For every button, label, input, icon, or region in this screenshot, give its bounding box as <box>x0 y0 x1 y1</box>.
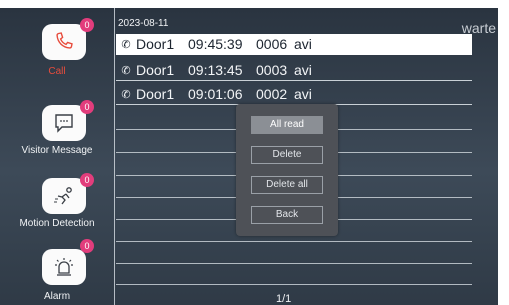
sidebar-item-label: Alarm <box>43 291 71 302</box>
sidebar-item-alarm[interactable]: 0 Alarm <box>0 238 114 305</box>
sidebar-item-motion-detection[interactable]: 0 Motion Detection <box>0 168 114 240</box>
record-time: 09:45:39 <box>188 36 243 52</box>
list-date: 2023-08-11 <box>118 18 169 29</box>
delete-all-button[interactable]: Delete all <box>251 176 323 194</box>
motion-detection-badge: 0 <box>80 173 94 187</box>
record-source: Door1 <box>136 62 175 78</box>
all-read-button[interactable]: All read <box>251 116 323 134</box>
back-button[interactable]: Back <box>251 206 323 224</box>
sidebar-item-visitor-message[interactable]: 0 Visitor Message <box>0 96 114 168</box>
sidebar-item-call[interactable]: 0 Call <box>0 8 114 80</box>
list-item[interactable]: ✆ Door1 09:45:39 0006 avi <box>116 34 472 55</box>
record-number: 0002 <box>256 86 288 102</box>
context-menu: All read Delete Delete all Back <box>236 104 338 236</box>
call-badge: 0 <box>80 18 94 32</box>
sidebar-item-label: Motion Detection <box>19 218 95 229</box>
alarm-icon <box>42 249 86 285</box>
sidebar: 0 Call 0 Visitor Message 0 Motion Detect… <box>0 8 114 305</box>
motion-icon <box>42 178 86 214</box>
sidebar-item-label: Call <box>48 66 66 77</box>
phone-icon: ✆ <box>121 88 131 101</box>
sidebar-item-label: Visitor Message <box>21 145 93 156</box>
record-time: 09:01:06 <box>188 86 243 102</box>
record-time: 09:13:45 <box>188 62 243 78</box>
message-icon <box>42 105 86 141</box>
sidebar-divider <box>114 8 115 305</box>
row-divider <box>116 284 472 285</box>
intercom-screen: warte 0 Call 0 Visitor Message 0 Motion … <box>0 8 498 305</box>
row-divider <box>116 263 472 264</box>
record-number: 0003 <box>256 62 288 78</box>
row-divider <box>116 241 472 242</box>
page-indicator: 1/1 <box>276 293 292 305</box>
phone-icon: ✆ <box>121 38 131 51</box>
visitor-message-badge: 0 <box>80 100 94 114</box>
record-type: avi <box>294 62 312 78</box>
record-type: avi <box>294 36 312 52</box>
list-item[interactable]: ✆ Door1 09:01:06 0002 avi <box>116 84 472 105</box>
phone-icon: ✆ <box>121 64 131 77</box>
list-item[interactable]: ✆ Door1 09:13:45 0003 avi <box>116 60 472 81</box>
record-type: avi <box>294 86 312 102</box>
alarm-badge: 0 <box>80 239 94 253</box>
record-number: 0006 <box>256 36 288 52</box>
delete-button[interactable]: Delete <box>251 146 323 164</box>
phone-icon <box>42 24 86 60</box>
record-source: Door1 <box>136 86 175 102</box>
record-source: Door1 <box>136 36 175 52</box>
